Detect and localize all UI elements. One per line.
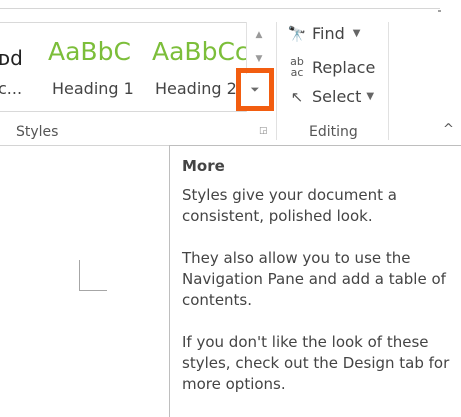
triangle-down-icon: ▼ xyxy=(255,54,263,64)
find-label: Find xyxy=(312,24,345,43)
gallery-scroll-up-button[interactable]: ▲ xyxy=(247,30,271,40)
group-separator-right xyxy=(388,22,389,140)
styles-gallery: ᴅd c... AaBbC Heading 1 AaBbCc Heading 2 xyxy=(0,22,270,112)
more-tooltip: More Styles give your document a consist… xyxy=(169,145,461,417)
ribbon: ᴅd c... AaBbC Heading 1 AaBbCc Heading 2… xyxy=(0,0,461,146)
editing-group-label: Editing xyxy=(309,124,358,140)
collapse-ribbon-icon[interactable]: ^ xyxy=(443,122,454,137)
select-button[interactable]: ↖ Select ▼ xyxy=(286,87,374,106)
dialog-launcher-icon: ◲ xyxy=(259,126,268,136)
page-margin-corner-horizontal xyxy=(79,290,107,291)
style-name-heading-1[interactable]: Heading 1 xyxy=(52,79,134,98)
binoculars-icon: 🔭 xyxy=(287,24,307,43)
styles-dialog-launcher[interactable]: ◲ xyxy=(259,126,268,136)
replace-label: Replace xyxy=(312,57,376,77)
styles-group-label: Styles xyxy=(16,124,59,140)
find-button[interactable]: 🔭 Find ▼ xyxy=(286,24,361,43)
replace-button[interactable]: ab ac Replace xyxy=(286,56,375,78)
tooltip-paragraph-3: If you don't like the look of these styl… xyxy=(182,333,450,393)
tooltip-title: More xyxy=(182,157,225,175)
more-button-highlight xyxy=(236,68,274,111)
style-name-partial[interactable]: c... xyxy=(0,79,22,98)
page-margin-corner-vertical xyxy=(79,260,80,290)
tooltip-paragraph-1: Styles give your document a consistent, … xyxy=(182,186,397,225)
group-separator xyxy=(276,22,277,140)
tooltip-paragraph-2: They also allow you to use the Navigatio… xyxy=(182,249,446,309)
triangle-up-icon: ▲ xyxy=(255,30,263,40)
ribbon-top-border xyxy=(0,8,440,9)
replace-icon: ab ac xyxy=(290,55,304,79)
style-sample-heading-2[interactable]: AaBbCc xyxy=(152,37,249,67)
style-sample-partial[interactable]: ᴅd xyxy=(0,43,23,73)
style-sample-heading-1[interactable]: AaBbC xyxy=(48,37,131,67)
cursor-arrow-icon: ↖ xyxy=(290,87,304,106)
select-dropdown-icon: ▼ xyxy=(366,91,375,102)
find-dropdown-icon: ▼ xyxy=(352,28,361,39)
select-label: Select xyxy=(312,87,362,106)
gallery-scroll-down-button[interactable]: ▼ xyxy=(247,54,271,64)
style-name-heading-2[interactable]: Heading 2 xyxy=(155,79,237,98)
ribbon-top-mark xyxy=(438,10,441,12)
